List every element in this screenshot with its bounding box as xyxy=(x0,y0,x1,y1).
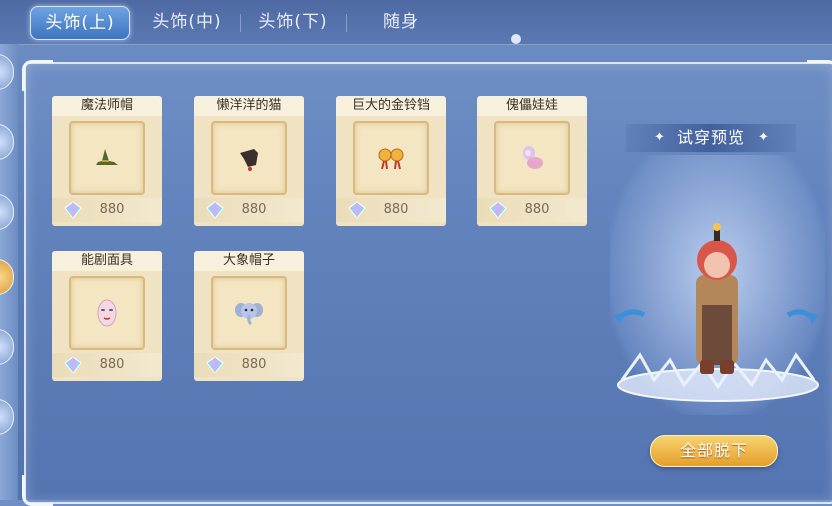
item-card-puppet-doll[interactable]: 傀儡娃娃 880 xyxy=(477,96,587,226)
noh-mask-icon xyxy=(97,299,117,327)
witch-hat-icon xyxy=(96,149,118,165)
side-menu-button-active[interactable] xyxy=(0,259,14,295)
preview-header: ✦ 试穿预览 ✦ xyxy=(626,124,796,152)
side-menu-button[interactable] xyxy=(0,399,14,435)
diamond-gem-icon xyxy=(489,201,507,219)
item-price-row: 880 xyxy=(336,198,446,222)
item-card-lazy-cat[interactable]: 懒洋洋的猫 880 xyxy=(194,96,304,226)
diamond-gem-icon xyxy=(206,201,224,219)
item-icon-frame xyxy=(211,276,287,350)
item-card-golden-bell[interactable]: 巨大的金铃铛 880 xyxy=(336,96,446,226)
panel-corner-ornament xyxy=(22,60,53,91)
item-price: 880 xyxy=(241,357,267,372)
item-icon-frame xyxy=(69,121,145,195)
item-icon-frame xyxy=(353,121,429,195)
rotate-left-icon[interactable] xyxy=(612,305,650,335)
panel-corner-ornament xyxy=(22,475,53,506)
item-card-body: 880 xyxy=(52,271,162,381)
diamond-gem-icon xyxy=(348,201,366,219)
item-name: 魔法师帽 xyxy=(52,96,162,116)
item-price-row: 880 xyxy=(52,353,162,377)
tab-headwear-top[interactable]: 头饰(上) xyxy=(30,6,130,40)
diamond-gem-icon xyxy=(64,356,82,374)
item-card-body: 880 xyxy=(336,116,446,226)
item-card-body: 880 xyxy=(477,116,587,226)
item-icon-frame xyxy=(69,276,145,350)
item-price: 880 xyxy=(99,202,125,217)
item-name: 大象帽子 xyxy=(194,251,304,271)
item-card-noh-mask[interactable]: 能剧面具 880 xyxy=(52,251,162,381)
item-name: 懒洋洋的猫 xyxy=(194,96,304,116)
item-icon-frame xyxy=(494,121,570,195)
tab-accessory[interactable]: 随身 xyxy=(352,6,450,38)
item-name: 巨大的金铃铛 xyxy=(336,96,446,116)
character-model xyxy=(617,223,819,402)
item-price-row: 880 xyxy=(194,198,304,222)
rotate-right-icon[interactable] xyxy=(782,305,820,335)
lazy-cat-icon xyxy=(240,149,258,171)
side-menu-strip xyxy=(0,44,18,500)
item-price-row: 880 xyxy=(52,198,162,222)
item-card-elephant-hat[interactable]: 大象帽子 880 xyxy=(194,251,304,381)
item-price-row: 880 xyxy=(194,353,304,377)
item-card-body: 880 xyxy=(194,271,304,381)
item-price: 880 xyxy=(383,202,409,217)
item-name: 能剧面具 xyxy=(52,251,162,271)
side-menu-button[interactable] xyxy=(0,54,14,90)
tab-divider xyxy=(346,14,347,32)
puppet-doll-icon xyxy=(523,146,543,169)
diamond-gem-icon xyxy=(64,201,82,219)
item-card-witch-hat[interactable]: 魔法师帽 880 xyxy=(52,96,162,226)
item-price: 880 xyxy=(99,357,125,372)
item-card-body: 880 xyxy=(52,116,162,226)
item-price: 880 xyxy=(241,202,267,217)
side-menu-button[interactable] xyxy=(0,329,14,365)
item-icon-frame xyxy=(211,121,287,195)
tab-scroll-indicator xyxy=(511,34,521,44)
sparkle-icon: ✦ xyxy=(758,130,769,145)
preview-title: 试穿预览 xyxy=(676,128,745,147)
side-menu-button[interactable] xyxy=(0,124,14,160)
panel-corner-ornament xyxy=(807,60,832,91)
item-name: 傀儡娃娃 xyxy=(477,96,587,116)
diamond-gem-icon xyxy=(206,356,224,374)
tab-headwear-bottom[interactable]: 头饰(下) xyxy=(244,6,342,38)
elephant-hat-icon xyxy=(235,303,263,326)
side-menu-button[interactable] xyxy=(0,194,14,230)
undress-all-button[interactable]: 全部脱下 xyxy=(650,435,778,467)
item-price: 880 xyxy=(524,202,550,217)
item-card-body: 880 xyxy=(194,116,304,226)
golden-bell-icon xyxy=(378,148,404,170)
character-preview-stage xyxy=(610,155,825,415)
tab-divider xyxy=(240,14,241,32)
tab-headwear-middle[interactable]: 头饰(中) xyxy=(138,6,236,38)
tab-bar: 头饰(上) 头饰(中) 头饰(下) 随身 xyxy=(0,0,832,45)
item-price-row: 880 xyxy=(477,198,587,222)
